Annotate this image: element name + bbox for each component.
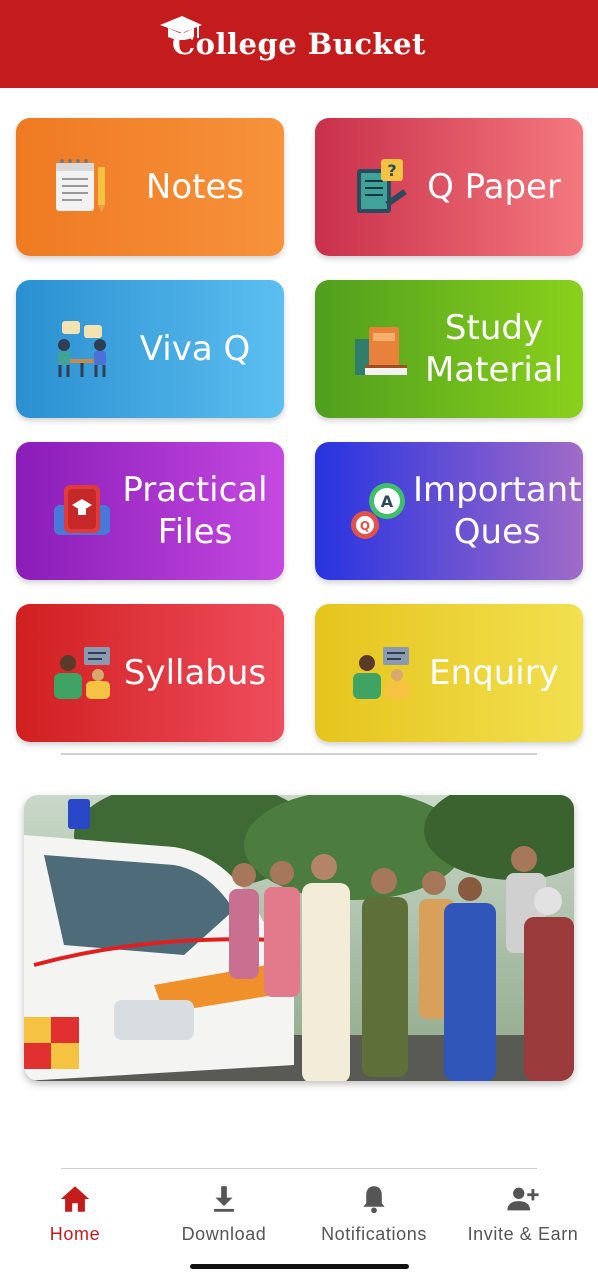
ambulance-inauguration-photo xyxy=(24,795,574,1081)
banner-image[interactable] xyxy=(24,795,574,1081)
enquiry-tile[interactable]: Enquiry xyxy=(315,604,583,742)
bell-icon xyxy=(363,1186,385,1214)
teacher-board-icon xyxy=(353,647,409,699)
home-icon xyxy=(60,1186,90,1212)
nav-notifications-label: Notifications xyxy=(321,1224,427,1244)
svg-text:A: A xyxy=(381,492,394,511)
notepad-icon xyxy=(56,159,105,213)
svg-text:Q: Q xyxy=(360,519,370,533)
question-paper-icon: ? xyxy=(357,159,407,213)
study-material-label: Study Material xyxy=(424,308,564,390)
syllabus-tile[interactable]: Syllabus xyxy=(16,604,284,742)
add-person-icon xyxy=(507,1187,539,1211)
notes-tile[interactable]: Notes xyxy=(16,118,284,256)
notes-label: Notes xyxy=(145,167,245,207)
nav-divider xyxy=(61,1168,537,1169)
nav-home-label: Home xyxy=(49,1224,101,1244)
enquiry-label: Enquiry xyxy=(429,653,559,693)
graduation-cap-icon xyxy=(160,16,203,40)
app-title: College Bucket xyxy=(172,27,426,61)
practical-files-tile[interactable]: Practical Files xyxy=(16,442,284,580)
viva-q-label: Viva Q xyxy=(139,329,251,369)
system-home-indicator[interactable] xyxy=(190,1264,409,1269)
brand-logo: College Bucket xyxy=(160,16,426,61)
nav-download-label: Download xyxy=(181,1224,267,1244)
important-ques-label: Important Ques xyxy=(413,470,582,552)
nav-notifications[interactable]: Notifications xyxy=(299,1182,449,1252)
nav-invite-earn-label: Invite & Earn xyxy=(467,1224,579,1244)
download-icon xyxy=(214,1186,234,1212)
important-ques-tile[interactable]: A Q Important Ques xyxy=(315,442,583,580)
study-material-tile[interactable]: Study Material xyxy=(315,280,583,418)
teacher-board-icon xyxy=(54,647,110,699)
nav-download[interactable]: Download xyxy=(149,1182,299,1252)
q-paper-tile[interactable]: ? Q Paper xyxy=(315,118,583,256)
practical-files-label: Practical Files xyxy=(122,470,268,552)
q-paper-label: Q Paper xyxy=(427,167,561,207)
practical-file-icon xyxy=(54,485,110,535)
app-header: College Bucket xyxy=(0,0,598,88)
qa-chat-icon: A Q xyxy=(351,483,405,539)
nav-invite-earn[interactable]: Invite & Earn xyxy=(448,1182,598,1252)
viva-q-tile[interactable]: Viva Q xyxy=(16,280,284,418)
nav-home[interactable]: Home xyxy=(0,1182,150,1252)
interview-icon xyxy=(58,321,106,377)
svg-text:?: ? xyxy=(387,161,396,180)
syllabus-label: Syllabus xyxy=(123,653,267,693)
books-icon xyxy=(355,327,407,375)
section-divider xyxy=(61,753,537,755)
